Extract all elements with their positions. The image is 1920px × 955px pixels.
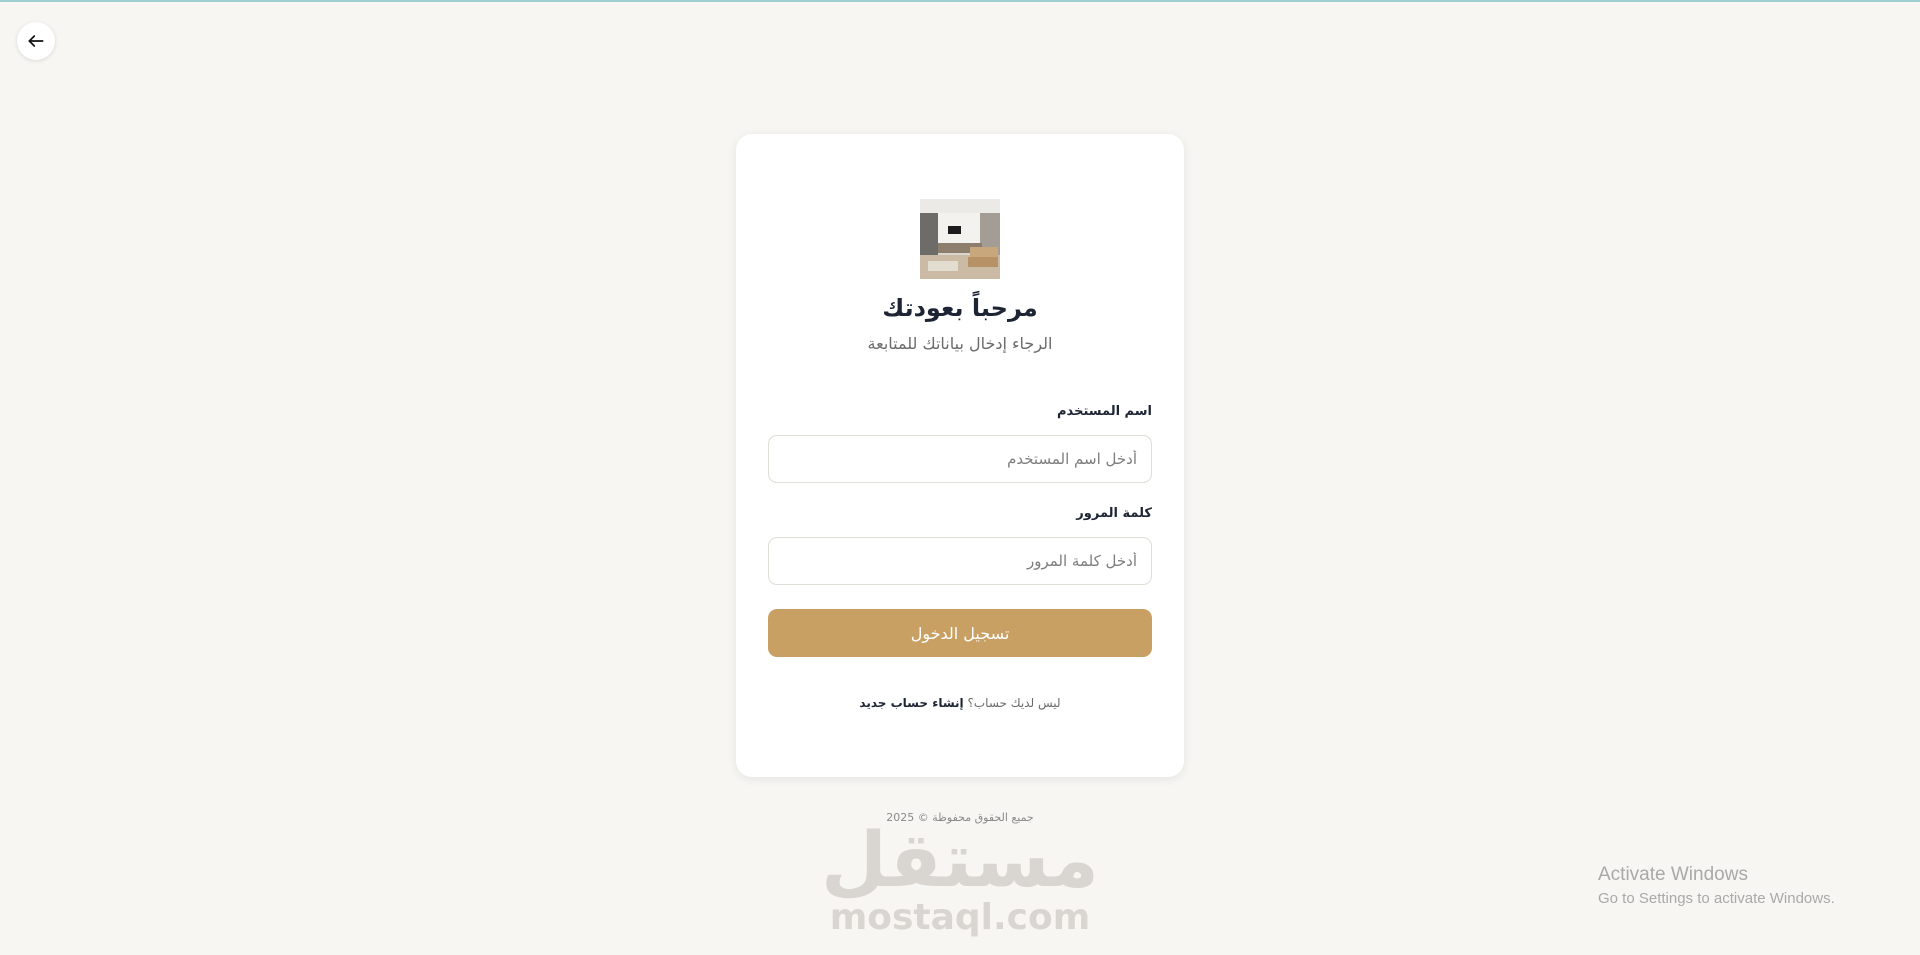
activation-subtitle: Go to Settings to activate Windows.: [1598, 890, 1835, 907]
signup-prompt: ليس لديك حساب؟ إنشاء حساب جديد: [736, 696, 1184, 710]
password-input[interactable]: [768, 537, 1152, 585]
logo-image: [920, 199, 1000, 279]
username-input[interactable]: [768, 435, 1152, 483]
activation-title: Activate Windows: [1598, 864, 1748, 885]
password-label: كلمة المرور: [1076, 506, 1152, 521]
windows-activation-notice: Activate Windows Go to Settings to activ…: [1598, 864, 1835, 907]
signup-link[interactable]: إنشاء حساب جديد: [859, 696, 963, 710]
welcome-title: مرحباً بعودتك: [882, 294, 1038, 322]
welcome-subtitle: الرجاء إدخال بياناتك للمتابعة: [867, 334, 1053, 353]
no-account-text: ليس لديك حساب؟: [967, 696, 1061, 710]
login-card: مرحباً بعودتك الرجاء إدخال بياناتك للمتا…: [736, 134, 1184, 777]
username-label: اسم المستخدم: [1057, 404, 1152, 419]
arrow-left-icon: [28, 35, 44, 47]
back-button[interactable]: [17, 22, 55, 60]
login-button[interactable]: تسجيل الدخول: [768, 609, 1152, 657]
